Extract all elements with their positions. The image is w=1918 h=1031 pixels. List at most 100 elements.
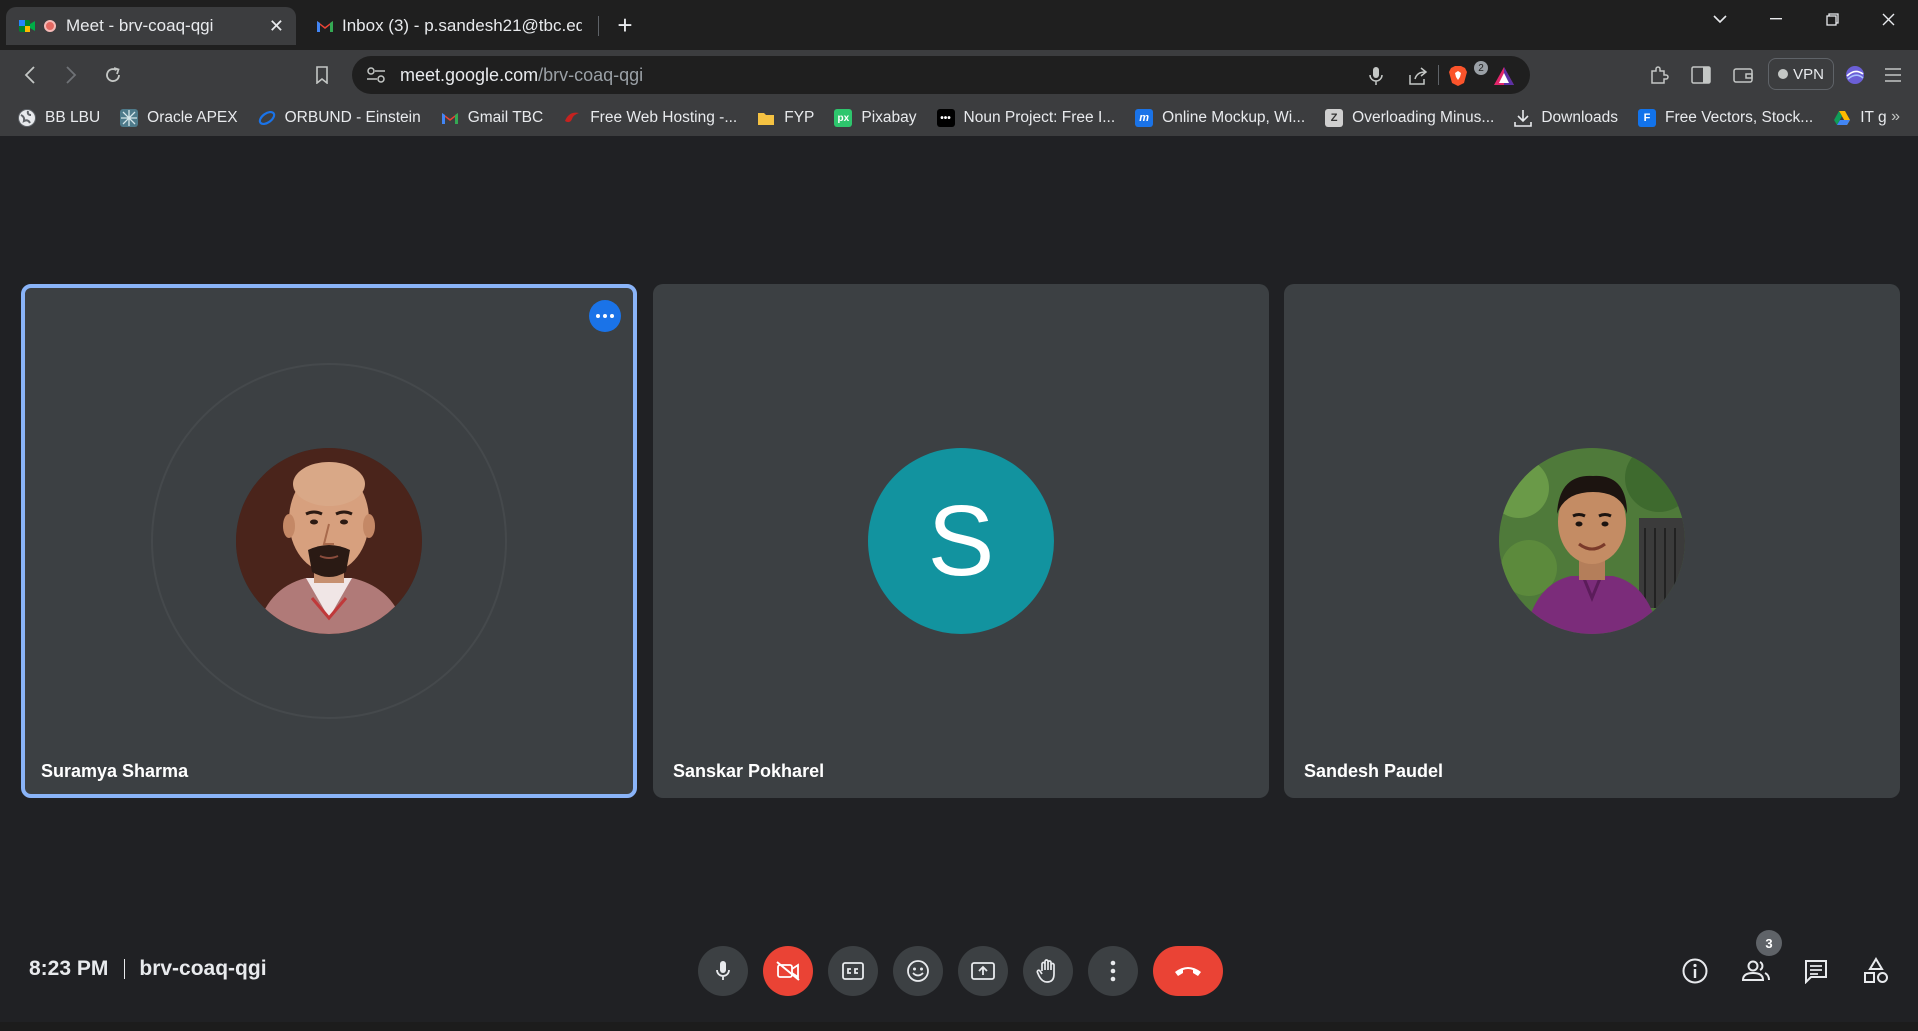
bookmark-label: Oracle APEX xyxy=(147,109,238,126)
bookmark-item[interactable]: F Free Vectors, Stock... xyxy=(1638,109,1813,127)
bookmark-item[interactable]: Gmail TBC xyxy=(441,109,544,127)
download-icon xyxy=(1514,109,1533,127)
more-vert-icon xyxy=(1110,960,1116,982)
bookmark-item[interactable]: BB LBU xyxy=(18,109,100,127)
participant-tile[interactable]: S Sanskar Pokharel xyxy=(653,284,1269,798)
tab-title: Inbox (3) - p.sandesh21@tbc.edu.np xyxy=(342,16,582,35)
bookmark-item[interactable]: px Pixabay xyxy=(834,109,917,127)
participant-name: Sandesh Paudel xyxy=(1304,761,1444,781)
leo-ai-button[interactable] xyxy=(1842,62,1868,88)
microphone-button[interactable] xyxy=(698,946,748,996)
emoji-icon xyxy=(907,960,929,982)
chat-button[interactable] xyxy=(1798,953,1834,989)
bookmark-item[interactable]: m Online Mockup, Wi... xyxy=(1135,109,1305,127)
globe-icon xyxy=(18,109,36,127)
more-bookmarks-icon[interactable]: » xyxy=(1891,108,1900,126)
extensions-button[interactable] xyxy=(1646,62,1672,88)
sidebar-button[interactable] xyxy=(1688,62,1714,88)
close-tab-icon[interactable]: ✕ xyxy=(269,16,284,37)
noun-project-icon: ••• xyxy=(936,109,955,127)
hosting-icon xyxy=(563,109,581,127)
chat-icon xyxy=(1805,960,1827,984)
participant-name: Suramya Sharma xyxy=(41,761,189,781)
arrow-forward-icon xyxy=(66,66,77,84)
vpn-button[interactable]: VPN xyxy=(1768,58,1834,90)
restore-button[interactable] xyxy=(1804,4,1860,34)
voice-search-icon[interactable] xyxy=(1364,64,1388,88)
forward-button[interactable] xyxy=(58,62,84,88)
meeting-stage: Suramya Sharma S Sanskar Pokharel Sandes… xyxy=(0,136,1918,1022)
minimize-button[interactable] xyxy=(1748,4,1804,34)
hamburger-icon xyxy=(1885,68,1901,82)
back-button[interactable] xyxy=(17,62,43,88)
brave-rewards-icon[interactable] xyxy=(1492,64,1516,88)
bookmark-icon xyxy=(316,66,328,84)
bookmark-label: Online Mockup, Wi... xyxy=(1162,109,1306,126)
drive-icon xyxy=(1833,109,1851,127)
share-icon[interactable] xyxy=(1406,64,1430,88)
camera-button[interactable] xyxy=(763,946,813,996)
site-info-icon[interactable] xyxy=(366,66,386,89)
main-menu-button[interactable] xyxy=(1880,62,1906,88)
bookmark-label: FYP xyxy=(784,109,815,126)
tab-search-button[interactable] xyxy=(1692,4,1748,34)
bookmark-label: Overloading Minus... xyxy=(1352,109,1495,126)
bookmark-item[interactable]: ••• Noun Project: Free I... xyxy=(936,109,1115,127)
bookmark-item[interactable]: IT g xyxy=(1833,109,1887,127)
address-bar[interactable]: meet.google.com/brv-coaq-qgi xyxy=(352,56,1530,94)
participant-avatar xyxy=(236,448,422,634)
brave-shields-icon[interactable] xyxy=(1446,64,1470,88)
puzzle-icon xyxy=(1651,66,1669,84)
people-icon xyxy=(1741,960,1770,981)
vpn-status-icon xyxy=(1778,69,1789,79)
z-icon: Z xyxy=(1325,109,1344,127)
leave-call-button[interactable] xyxy=(1153,946,1223,996)
bookmark-button[interactable] xyxy=(309,62,335,88)
bookmark-label: ORBUND - Einstein xyxy=(284,109,421,126)
bookmark-label: Free Vectors, Stock... xyxy=(1665,109,1814,126)
wallet-button[interactable] xyxy=(1730,62,1756,88)
meeting-details-button[interactable] xyxy=(1677,953,1713,989)
bookmark-item[interactable]: Downloads xyxy=(1514,109,1618,127)
bookmark-label: Free Web Hosting -... xyxy=(590,109,738,126)
tab-title: Meet - brv-coaq-qgi xyxy=(66,16,214,35)
moqups-icon: m xyxy=(1135,109,1154,127)
restore-icon xyxy=(1825,12,1839,26)
captions-button[interactable] xyxy=(828,946,878,996)
tab-divider xyxy=(598,16,599,36)
browser-toolbar: meet.google.com/brv-coaq-qgi 2 VPN xyxy=(0,50,1918,100)
close-window-button[interactable] xyxy=(1860,4,1916,34)
bookmark-item[interactable]: Oracle APEX xyxy=(120,109,238,127)
tab-gmail[interactable]: Inbox (3) - p.sandesh21@tbc.edu.np xyxy=(304,7,594,45)
present-screen-button[interactable] xyxy=(958,946,1008,996)
participant-tile[interactable]: Sandesh Paudel xyxy=(1284,284,1900,798)
meeting-code: brv-coaq-qgi xyxy=(139,957,267,980)
bookmark-item[interactable]: ORBUND - Einstein xyxy=(258,109,421,127)
tab-meet[interactable]: Meet - brv-coaq-qgi ✕ xyxy=(6,7,296,45)
raise-hand-button[interactable] xyxy=(1023,946,1073,996)
current-time: 8:23 PM xyxy=(29,957,109,980)
camera-off-icon xyxy=(776,961,800,981)
reactions-button[interactable] xyxy=(893,946,943,996)
people-count-badge: 3 xyxy=(1756,930,1782,956)
microphone-icon xyxy=(716,961,730,980)
new-tab-button[interactable]: + xyxy=(612,10,638,40)
reload-icon xyxy=(106,67,120,82)
bookmark-label: IT g xyxy=(1860,109,1887,126)
tab-strip: Meet - brv-coaq-qgi ✕ Inbox (3) - p.sand… xyxy=(0,0,1918,50)
bookmark-item[interactable]: Free Web Hosting -... xyxy=(563,109,737,127)
vpn-label: VPN xyxy=(1793,65,1824,83)
omnibox-divider xyxy=(1438,65,1439,85)
participant-options-button[interactable] xyxy=(589,300,621,332)
bookmark-item[interactable]: FYP xyxy=(757,109,814,127)
more-options-button[interactable] xyxy=(1088,946,1138,996)
bookmark-item[interactable]: Z Overloading Minus... xyxy=(1325,109,1494,127)
activities-button[interactable] xyxy=(1858,953,1894,989)
bookmark-label: Gmail TBC xyxy=(467,109,544,126)
divider xyxy=(124,959,126,979)
people-button[interactable] xyxy=(1738,953,1774,989)
pixabay-icon: px xyxy=(834,109,853,127)
reload-button[interactable] xyxy=(100,62,126,88)
bookmark-label: Pixabay xyxy=(861,109,917,126)
participant-tile[interactable]: Suramya Sharma xyxy=(21,284,637,798)
